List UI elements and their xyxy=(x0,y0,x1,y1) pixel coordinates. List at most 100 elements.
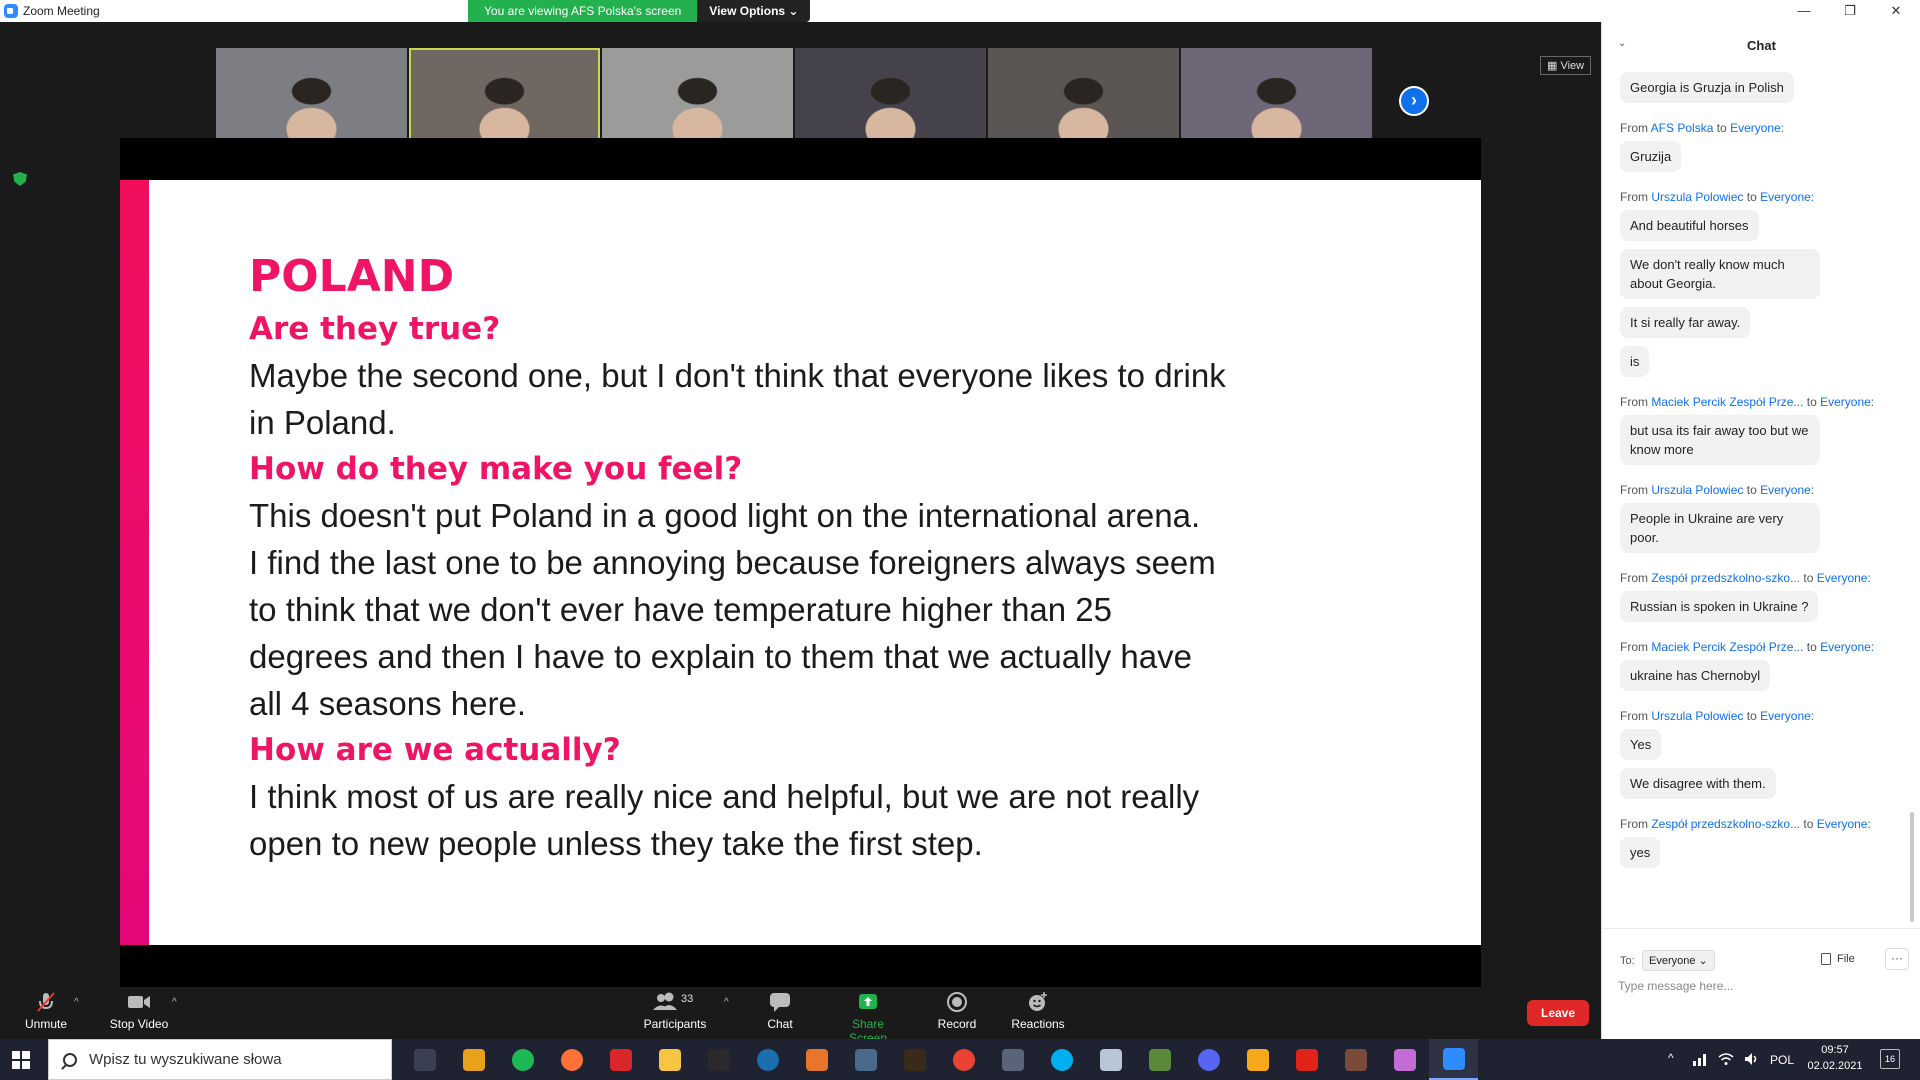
taskbar-app-button[interactable] xyxy=(1086,1039,1135,1080)
volume-icon[interactable] xyxy=(1744,1052,1760,1080)
taskbar-search-placeholder: Wpisz tu wyszukiwane słowa xyxy=(89,1051,282,1068)
participants-options-caret[interactable]: ^ xyxy=(724,997,729,1008)
clock-date: 02.02.2021 xyxy=(1807,1060,1863,1072)
participants-button[interactable]: 33 Participants xyxy=(642,991,708,1031)
audio-options-caret[interactable]: ^ xyxy=(74,997,79,1008)
message-sender-line: From Maciek Percik Zespół Prze... to Eve… xyxy=(1620,640,1905,654)
shared-screen-bottom-band xyxy=(120,945,1481,987)
taskbar-app-button[interactable] xyxy=(645,1039,694,1080)
more-options-button[interactable]: ··· xyxy=(1885,948,1909,970)
taskbar-app-button[interactable] xyxy=(498,1039,547,1080)
language-indicator[interactable]: POL xyxy=(1770,1053,1794,1080)
recipient-name: Everyone: xyxy=(1816,817,1871,831)
view-button[interactable]: ▦ View xyxy=(1540,56,1592,75)
taskbar-app-button[interactable] xyxy=(988,1039,1037,1080)
taskbar-app-button[interactable] xyxy=(1429,1039,1478,1080)
network-icon[interactable] xyxy=(1692,1052,1708,1080)
to-word: to xyxy=(1746,709,1757,723)
video-options-caret[interactable]: ^ xyxy=(172,997,177,1008)
sender-name[interactable]: Urszula Polowiec xyxy=(1651,709,1743,723)
taskbar-search[interactable]: Wpisz tu wyszukiwane słowa xyxy=(48,1039,392,1080)
window-titlebar: Zoom Meeting — ❐ ✕ xyxy=(0,0,1920,22)
skype-icon xyxy=(1050,1048,1073,1071)
message-sender-line: From Urszula Polowiec to Everyone: xyxy=(1620,483,1905,497)
taskbar-app-button[interactable] xyxy=(1037,1039,1086,1080)
share-screen-button[interactable]: Share Screen xyxy=(832,991,904,1045)
reactions-button[interactable]: Reactions xyxy=(1011,991,1065,1031)
game-app-icon xyxy=(1344,1048,1367,1071)
taskbar-clock[interactable]: 09:57 02.02.2021 xyxy=(1800,1042,1870,1074)
slide-text-line: This doesn't put Poland in a good light … xyxy=(249,497,1201,534)
sender-name[interactable]: AFS Polska xyxy=(1651,121,1714,135)
chat-scrollbar[interactable] xyxy=(1910,812,1914,922)
taskbar-app-button[interactable] xyxy=(596,1039,645,1080)
taskbar-app-button[interactable] xyxy=(400,1039,449,1080)
chat-message: We don't really know much about Georgia. xyxy=(1620,249,1905,307)
slide-text-line: open to new people unless they take the … xyxy=(249,825,983,862)
taskbar-app-button[interactable] xyxy=(1282,1039,1331,1080)
view-options-button[interactable]: View Options ⌄ xyxy=(697,0,811,22)
sender-name[interactable]: Urszula Polowiec xyxy=(1651,190,1743,204)
file-button[interactable]: File xyxy=(1821,953,1855,965)
taskbar-app-button[interactable] xyxy=(1380,1039,1429,1080)
unmute-button[interactable]: Unmute xyxy=(22,991,70,1031)
sender-name[interactable]: Urszula Polowiec xyxy=(1651,483,1743,497)
taskbar-app-button[interactable] xyxy=(890,1039,939,1080)
chat-compose: To: Everyone ⌄ File ··· xyxy=(1602,928,1920,1039)
close-button[interactable]: ✕ xyxy=(1873,0,1919,22)
sender-name[interactable]: Zespół przedszkolno-szko... xyxy=(1651,817,1800,831)
taskbar-app-button[interactable] xyxy=(841,1039,890,1080)
slide-text-line: to think that we don't ever have tempera… xyxy=(249,591,1113,628)
message-bubble: is xyxy=(1620,346,1650,377)
minimize-button[interactable]: — xyxy=(1781,0,1827,22)
record-icon xyxy=(935,991,979,1013)
slide-heading: How are we actually? xyxy=(249,732,621,768)
notepad-icon xyxy=(1099,1048,1122,1071)
sender-name[interactable]: Maciek Percik Zespół Prze... xyxy=(1651,640,1803,654)
search-icon xyxy=(63,1052,77,1067)
taskbar-app-button[interactable] xyxy=(694,1039,743,1080)
taskbar-app-button[interactable] xyxy=(939,1039,988,1080)
message-bubble: People in Ukraine are very poor. xyxy=(1620,503,1820,553)
from-word: From xyxy=(1620,190,1648,204)
shared-screen-top-band xyxy=(120,138,1481,180)
chat-bubble-icon xyxy=(765,991,795,1013)
video-camera-icon xyxy=(108,991,170,1013)
steam-icon xyxy=(756,1048,779,1071)
stop-video-button[interactable]: Stop Video xyxy=(108,991,170,1031)
taskbar-app-button[interactable] xyxy=(547,1039,596,1080)
calculator-icon xyxy=(1001,1048,1024,1071)
taskbar-app-button[interactable] xyxy=(1331,1039,1380,1080)
taskbar-app-button[interactable] xyxy=(1135,1039,1184,1080)
to-word: to xyxy=(1806,640,1817,654)
chat-message: but usa its fair away too but we know mo… xyxy=(1620,415,1905,473)
taskbar-app-button[interactable] xyxy=(743,1039,792,1080)
record-button[interactable]: Record xyxy=(935,991,979,1031)
folder-icon xyxy=(658,1048,681,1071)
encryption-shield-icon[interactable] xyxy=(13,172,27,186)
next-page-button[interactable]: › xyxy=(1399,86,1429,116)
sender-name[interactable]: Zespół przedszkolno-szko... xyxy=(1651,571,1800,585)
chat-message-input[interactable] xyxy=(1618,979,1908,993)
participants-label: Participants xyxy=(643,1017,707,1031)
start-button-windows-icon[interactable] xyxy=(12,1051,30,1069)
leave-button[interactable]: Leave xyxy=(1527,1000,1589,1026)
minecraft-launcher-icon xyxy=(903,1048,926,1071)
chat-button[interactable]: Chat xyxy=(765,991,795,1031)
meeting-toolbar: Unmute ^ Stop Video ^ 33 Participants ^ … xyxy=(0,987,1601,1045)
taskbar-app-button[interactable] xyxy=(1233,1039,1282,1080)
restore-button[interactable]: ❐ xyxy=(1827,0,1873,22)
taskbar-app-button[interactable] xyxy=(449,1039,498,1080)
sender-name[interactable]: Maciek Percik Zespół Prze... xyxy=(1651,395,1803,409)
taskbar-app-button[interactable] xyxy=(1184,1039,1233,1080)
wifi-icon[interactable] xyxy=(1718,1052,1734,1080)
film-app-icon xyxy=(854,1048,877,1071)
recipient-name: Everyone: xyxy=(1816,571,1871,585)
slide-text-line: all 4 seasons here. xyxy=(249,685,527,722)
message-sender-line: From Zespół przedszkolno-szko... to Ever… xyxy=(1620,571,1905,585)
recipient-name: Everyone: xyxy=(1760,483,1815,497)
taskbar-app-button[interactable] xyxy=(792,1039,841,1080)
notification-center-icon[interactable]: 16 xyxy=(1880,1049,1900,1069)
recipient-select[interactable]: Everyone ⌄ xyxy=(1642,950,1715,971)
tray-overflow-arrow[interactable]: ^ xyxy=(1668,1051,1674,1080)
